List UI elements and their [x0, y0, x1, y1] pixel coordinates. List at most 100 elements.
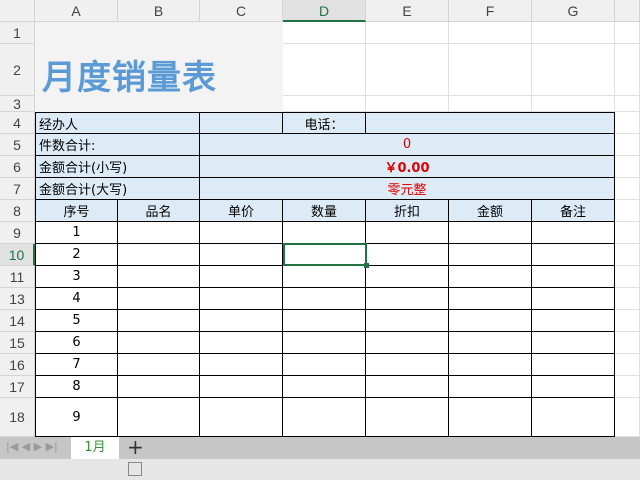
row-header-18[interactable]: 18 [0, 398, 35, 437]
table-cell[interactable] [366, 376, 449, 398]
grid-cell[interactable] [615, 376, 640, 398]
row-header-15[interactable]: 15 [0, 332, 35, 354]
grid-cell[interactable] [615, 310, 640, 332]
column-header-B[interactable]: B [118, 0, 200, 22]
table-cell[interactable] [200, 244, 283, 266]
sheet-tab-1[interactable]: 1月 [71, 437, 119, 459]
table-cell[interactable] [532, 244, 615, 266]
table-cell[interactable] [532, 310, 615, 332]
grid-cell[interactable] [283, 22, 366, 44]
table-cell[interactable] [532, 354, 615, 376]
row-header-4[interactable]: 4 [0, 112, 35, 134]
table-cell[interactable] [118, 310, 200, 332]
table-cell[interactable] [118, 266, 200, 288]
table-cell[interactable] [449, 244, 532, 266]
select-all-corner[interactable] [0, 0, 35, 22]
table-cell[interactable] [200, 398, 283, 437]
table-cell[interactable] [449, 310, 532, 332]
table-cell[interactable] [366, 288, 449, 310]
table-cell[interactable] [200, 354, 283, 376]
table-cell[interactable] [532, 398, 615, 437]
table-cell[interactable] [118, 332, 200, 354]
column-header-E[interactable]: E [366, 0, 449, 22]
table-cell[interactable]: 5 [35, 310, 118, 332]
row-header-14[interactable]: 14 [0, 310, 35, 332]
grid-cell[interactable] [449, 44, 532, 96]
table-cell[interactable] [532, 288, 615, 310]
active-cell[interactable] [283, 243, 367, 266]
table-cell[interactable] [283, 266, 366, 288]
grid-cell[interactable] [366, 44, 449, 96]
fill-handle[interactable] [364, 263, 369, 268]
grid-cell[interactable] [615, 156, 640, 178]
table-cell[interactable] [200, 332, 283, 354]
table-cell[interactable] [366, 310, 449, 332]
table-cell[interactable] [200, 310, 283, 332]
table-cell[interactable] [366, 332, 449, 354]
grid-cell[interactable] [615, 222, 640, 244]
table-cell[interactable] [366, 266, 449, 288]
row-header-3[interactable]: 3 [0, 96, 35, 112]
table-cell[interactable] [283, 222, 366, 244]
table-cell[interactable] [449, 354, 532, 376]
row-header-17[interactable]: 17 [0, 376, 35, 398]
table-cell[interactable] [449, 288, 532, 310]
table-cell[interactable] [200, 266, 283, 288]
grid-cell[interactable] [532, 96, 615, 112]
grid-cell[interactable] [615, 178, 640, 200]
table-cell[interactable] [366, 244, 449, 266]
table-cell[interactable] [200, 376, 283, 398]
table-cell[interactable] [366, 398, 449, 437]
grid-cell[interactable] [615, 112, 640, 134]
row-header-10[interactable]: 10 [0, 244, 35, 266]
row-header-7[interactable]: 7 [0, 178, 35, 200]
grid-cell[interactable] [449, 22, 532, 44]
column-header-D[interactable]: D [283, 0, 366, 22]
table-cell[interactable] [449, 376, 532, 398]
table-cell[interactable] [449, 222, 532, 244]
grid-cell[interactable] [283, 96, 366, 112]
grid-cell[interactable] [615, 134, 640, 156]
table-cell[interactable]: 3 [35, 266, 118, 288]
row-header-2[interactable]: 2 [0, 44, 35, 96]
table-cell[interactable]: 2 [35, 244, 118, 266]
table-cell[interactable] [283, 354, 366, 376]
table-cell[interactable] [118, 244, 200, 266]
row-header-13[interactable]: 13 [0, 288, 35, 310]
table-cell[interactable] [532, 266, 615, 288]
table-cell[interactable]: 4 [35, 288, 118, 310]
grid-cell[interactable] [615, 288, 640, 310]
table-cell[interactable] [118, 376, 200, 398]
row-header-11[interactable]: 11 [0, 266, 35, 288]
grid-cell[interactable] [615, 200, 640, 222]
table-cell[interactable]: 1 [35, 222, 118, 244]
column-header-F[interactable]: F [449, 0, 532, 22]
grid-cell[interactable] [615, 44, 640, 96]
table-cell[interactable]: 8 [35, 376, 118, 398]
phone-value[interactable] [366, 112, 615, 134]
column-header-C[interactable]: C [200, 0, 283, 22]
handler-value[interactable] [200, 112, 283, 134]
table-cell[interactable] [283, 332, 366, 354]
page-layout-icon[interactable] [128, 462, 142, 476]
table-cell[interactable]: 9 [35, 398, 118, 437]
column-header-A[interactable]: A [35, 0, 118, 22]
grid-cell[interactable] [615, 244, 640, 266]
grid-cell[interactable] [615, 332, 640, 354]
row-header-8[interactable]: 8 [0, 200, 35, 222]
column-header-G[interactable]: G [532, 0, 615, 22]
table-cell[interactable] [200, 288, 283, 310]
table-cell[interactable] [532, 376, 615, 398]
table-cell[interactable] [200, 222, 283, 244]
add-sheet-button[interactable]: + [127, 435, 144, 459]
row-header-1[interactable]: 1 [0, 22, 35, 44]
grid-cell[interactable] [366, 22, 449, 44]
grid-cell[interactable] [615, 22, 640, 44]
row-header-16[interactable]: 16 [0, 354, 35, 376]
table-cell[interactable] [118, 398, 200, 437]
table-cell[interactable] [283, 376, 366, 398]
row-header-5[interactable]: 5 [0, 134, 35, 156]
grid-cell[interactable] [449, 96, 532, 112]
table-cell[interactable] [118, 288, 200, 310]
grid-cell[interactable] [615, 96, 640, 112]
